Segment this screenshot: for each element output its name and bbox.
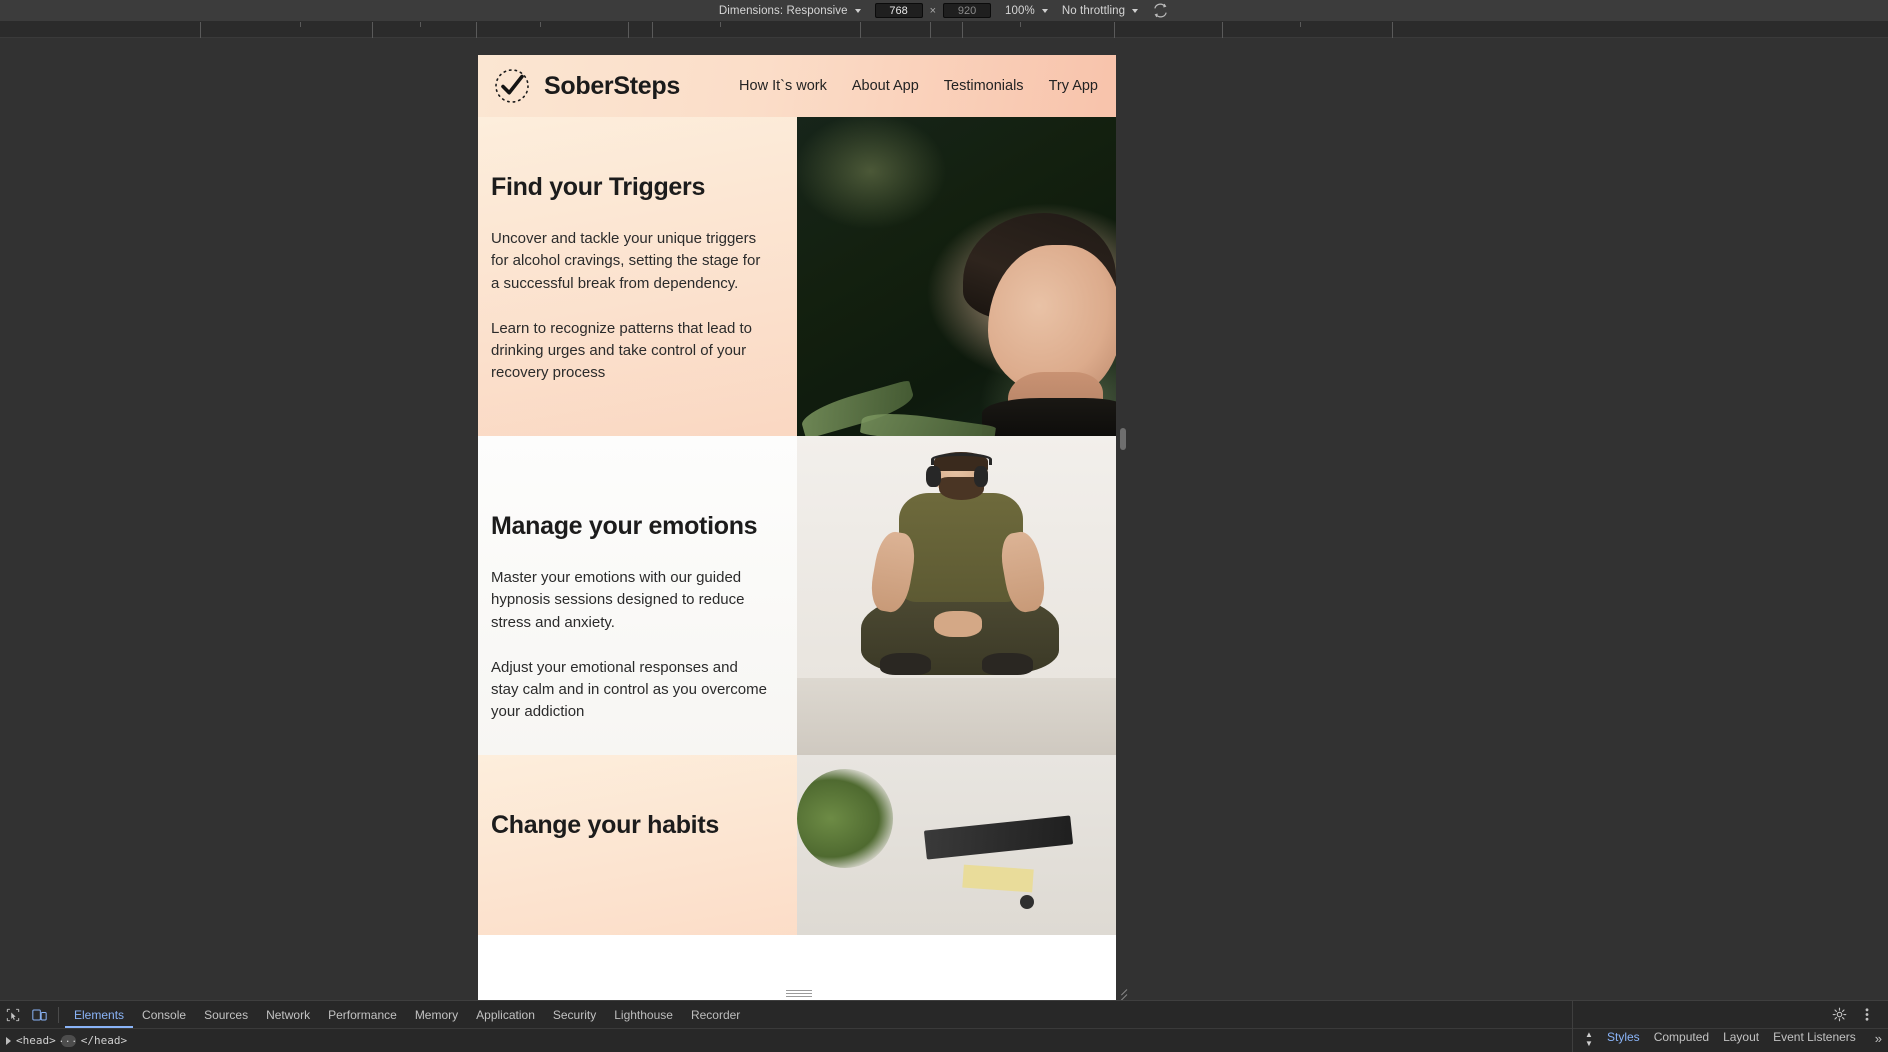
woman-eyes-closed-photo <box>797 117 1116 436</box>
nav-item-how-it-works[interactable]: How It`s work <box>739 78 827 94</box>
devtools-tab-application[interactable]: Application <box>467 1002 544 1028</box>
viewport-height-input[interactable]: 920 <box>943 3 992 18</box>
breadcrumb-open-tag[interactable]: <head> <box>16 1034 56 1047</box>
feature-copy: Change your habits <box>478 755 797 935</box>
nav-item-testimonials[interactable]: Testimonials <box>944 78 1024 94</box>
feature-section-emotions: Manage your emotions Master your emotion… <box>478 436 1116 755</box>
sidebar-tab-styles[interactable]: Styles <box>1607 1030 1640 1044</box>
brand-name: SoberSteps <box>544 71 680 100</box>
zoom-selector[interactable]: 100% <box>1005 5 1048 17</box>
devtools-tab-performance[interactable]: Performance <box>319 1002 406 1028</box>
feature-paragraph: Master your emotions with our guided hyp… <box>491 569 745 631</box>
feature-section-triggers: Find your Triggers Uncover and tackle yo… <box>478 117 1116 436</box>
throttling-selector[interactable]: No throttling <box>1061 4 1139 17</box>
nav-item-try-app[interactable]: Try App <box>1049 78 1098 94</box>
breadcrumb-ellipsis-icon[interactable]: ... <box>59 1034 77 1047</box>
devtools-tab-console[interactable]: Console <box>133 1002 195 1028</box>
chevron-down-icon <box>1132 8 1139 13</box>
emulated-viewport: SoberSteps How It`s work About App Testi… <box>478 55 1116 1000</box>
chevron-down-icon <box>1041 8 1048 13</box>
styles-sidebar: ▲ ▼ Styles Computed Layout Event Listene… <box>1572 1001 1888 1052</box>
feature-copy: Find your Triggers Uncover and tackle yo… <box>478 117 797 436</box>
devtools-tab-sources[interactable]: Sources <box>195 1002 257 1028</box>
feature-paragraph: Uncover and tackle your unique triggers … <box>491 230 761 292</box>
devtools-tab-lighthouse[interactable]: Lighthouse <box>605 1002 682 1028</box>
feature-copy: Manage your emotions Master your emotion… <box>478 436 797 755</box>
devtools-tab-network[interactable]: Network <box>257 1002 319 1028</box>
sidebar-tab-computed[interactable]: Computed <box>1654 1030 1709 1044</box>
feature-image <box>797 117 1116 436</box>
man-with-headphones-photo <box>797 436 1116 755</box>
sidebar-tab-layout[interactable]: Layout <box>1723 1030 1759 1044</box>
desk-with-notebook-photo <box>797 755 1116 935</box>
throttling-label: No throttling <box>1061 4 1126 17</box>
rotate-button[interactable] <box>1152 2 1169 19</box>
dimensions-selector[interactable]: Dimensions: Responsive <box>719 5 861 17</box>
feature-image <box>797 436 1116 755</box>
rotate-icon <box>1154 3 1167 18</box>
breadcrumb-close-tag[interactable]: </head> <box>81 1034 127 1047</box>
feature-title: Find your Triggers <box>491 173 706 201</box>
dimensions-label: Dimensions: Responsive <box>718 4 848 17</box>
rendered-page: SoberSteps How It`s work About App Testi… <box>478 55 1116 935</box>
viewport-width-resize-handle[interactable] <box>1120 428 1126 450</box>
device-canvas: SoberSteps How It`s work About App Testi… <box>0 38 1888 1000</box>
feature-section-habits: Change your habits <box>478 755 1116 935</box>
inspect-element-button[interactable] <box>0 1002 26 1028</box>
sidebar-overflow-icon[interactable]: » <box>1875 1031 1882 1046</box>
devtools-tab-memory[interactable]: Memory <box>406 1002 467 1028</box>
viewport-corner-resize-handle[interactable] <box>1112 982 1128 1000</box>
styles-sidebar-tabs: Styles Computed Layout Event Listeners <box>1607 1030 1856 1044</box>
viewport-ruler <box>0 22 1888 38</box>
feature-paragraph: Learn to recognize patterns that lead to… <box>491 319 753 382</box>
stepper-up-icon: ▲ <box>1585 1030 1593 1039</box>
stepper-down-icon: ▼ <box>1585 1039 1593 1048</box>
feature-title: Manage your emotions <box>491 512 758 540</box>
toolbar-divider <box>58 1006 59 1023</box>
zoom-label: 100% <box>1005 4 1035 17</box>
toggle-device-toolbar-button[interactable] <box>26 1002 52 1028</box>
feature-image <box>797 755 1116 935</box>
device-toolbar-icon <box>31 1009 47 1020</box>
sidebar-tab-event-listeners[interactable]: Event Listeners <box>1773 1030 1856 1044</box>
expand-arrow-icon[interactable] <box>6 1036 11 1045</box>
devtools-tab-security[interactable]: Security <box>544 1002 605 1028</box>
viewport-height-resize-handle[interactable] <box>786 990 812 997</box>
element-state-stepper[interactable]: ▲ ▼ <box>1585 1030 1593 1048</box>
viewport-size-controls: 768 × 920 <box>874 3 992 18</box>
inspect-element-icon <box>6 1008 20 1021</box>
devtools-tab-recorder[interactable]: Recorder <box>682 1002 749 1028</box>
feature-paragraph: Adjust your emotional responses and stay… <box>491 658 767 721</box>
brand-logo[interactable]: SoberSteps <box>492 66 680 106</box>
viewport-width-input[interactable]: 768 <box>874 3 923 18</box>
site-header: SoberSteps How It`s work About App Testi… <box>478 55 1116 117</box>
main-nav: How It`s work About App Testimonials Try… <box>739 78 1102 94</box>
chevron-down-icon <box>854 8 861 13</box>
devtools-tab-elements[interactable]: Elements <box>65 1002 133 1028</box>
feature-title: Change your habits <box>491 811 719 839</box>
devtools-panel: Elements Console Sources Network Perform… <box>0 1000 1888 1052</box>
checkmark-circle-icon <box>492 66 532 106</box>
device-emulation-toolbar: Dimensions: Responsive 768 × 920 100% No… <box>0 0 1888 22</box>
size-separator: × <box>929 4 937 17</box>
nav-item-about-app[interactable]: About App <box>852 78 919 94</box>
